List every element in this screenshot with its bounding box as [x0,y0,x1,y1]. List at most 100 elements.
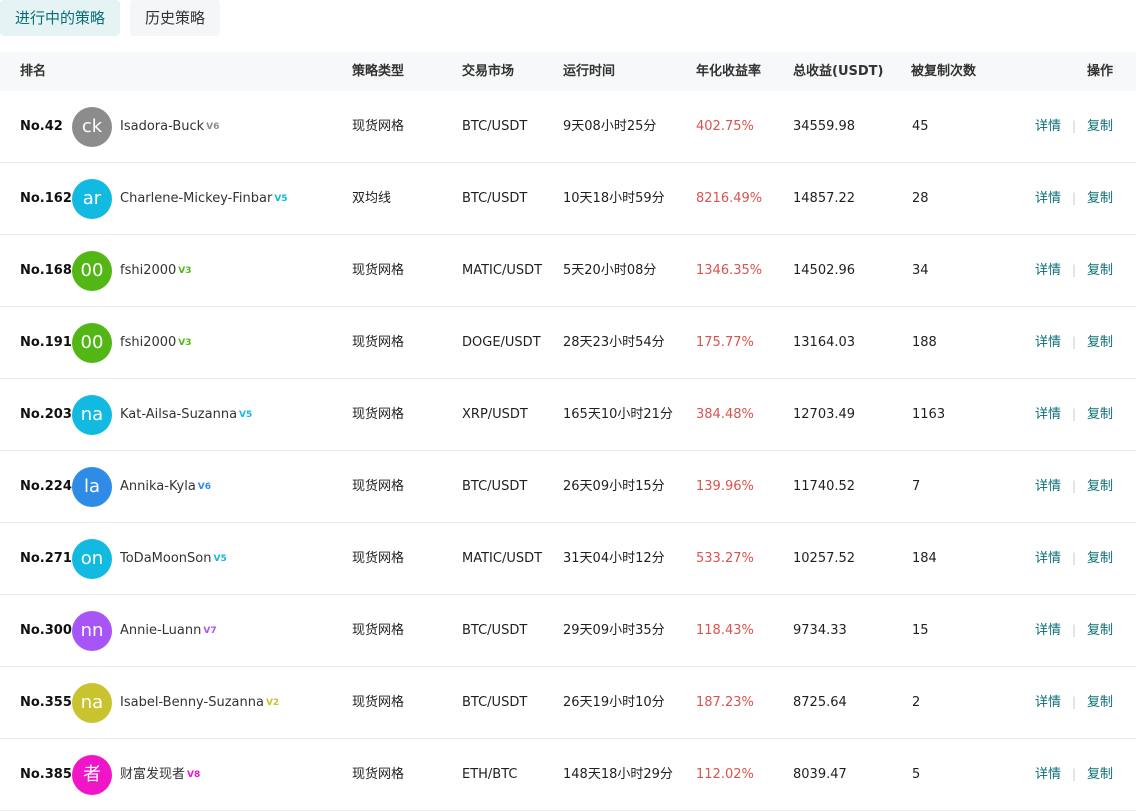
avatar[interactable]: ck [72,107,112,147]
user-name-text: fshi2000 [120,263,177,278]
vip-level-badge: V3 [178,338,192,348]
table-header: 排名 策略类型 交易市场 运行时间 年化收益率 总收益(USDT) 被复制次数 … [0,52,1136,91]
user-name-text: Isabel-Benny-Suzanna [120,695,264,710]
strategy-type: 现货网格 [352,335,405,350]
vip-level-badge: V3 [178,266,192,276]
total-profit: 8725.64 [793,695,847,710]
detail-link[interactable]: 详情 [1035,451,1061,522]
run-time: 26天19小时10分 [563,695,665,710]
table-body: No.42 ck Isadora-Buck V6 现货网格 BTC/USDT 9天08小时2… [0,91,1136,811]
copy-link[interactable]: 复制 [1087,667,1113,738]
action-separator: | [1072,695,1077,709]
user-name[interactable]: Isabel-Benny-Suzanna V2 [120,667,279,739]
vip-level-badge: V2 [265,698,280,708]
run-time: 10天18小时59分 [563,191,665,206]
trading-market: BTC/USDT [462,623,528,638]
user-name-text: Isadora-Buck [120,119,205,134]
run-time: 5天20小时08分 [563,263,657,278]
copy-link[interactable]: 复制 [1087,379,1113,450]
tab-history-strategies[interactable]: 历史策略 [130,0,221,36]
copy-link[interactable]: 复制 [1087,739,1113,810]
avatar[interactable]: nn [72,611,112,651]
trading-market: MATIC/USDT [462,263,543,278]
strategy-tabs: 进行中的策略 历史策略 [0,0,221,36]
user-name[interactable]: ToDaMoonSon V5 [120,523,227,595]
vip-level-badge: V5 [213,554,227,564]
strategy-type: 现货网格 [352,623,405,638]
copy-count: 1163 [912,407,946,422]
table-row: No.271 on ToDaMoonSon V5 现货网格 MATIC/USDT 31天04… [0,523,1136,595]
table-row: No.168 00 fshi2000 V3 现货网格 MATIC/USDT 5天20小时08… [0,235,1136,307]
table-row: No.300 nn Annie-Luann V7 现货网格 BTC/USDT 29天09小时… [0,595,1136,667]
rank-label: No.355 [20,695,72,710]
total-profit: 10257.52 [793,551,856,566]
avatar[interactable]: 00 [72,251,112,291]
table-row: No.355 na Isabel-Benny-Suzanna V2 现货网格 BTC/US… [0,667,1136,739]
trading-market: DOGE/USDT [462,335,541,350]
avatar[interactable]: na [72,395,112,435]
user-name[interactable]: fshi2000 V3 [120,235,192,307]
header-rank: 排名 [20,64,47,79]
rank-label: No.271 [20,551,72,566]
trading-market: BTC/USDT [462,119,528,134]
run-time: 31天04小时12分 [563,551,665,566]
copy-link[interactable]: 复制 [1087,235,1113,306]
user-name-text: Annika-Kyla [120,479,196,494]
user-name[interactable]: 财富发现者 V8 [120,739,200,811]
user-name-text: Kat-Ailsa-Suzanna [120,407,238,422]
user-name[interactable]: fshi2000 V3 [120,307,192,379]
strategy-type: 现货网格 [352,767,405,782]
action-separator: | [1072,191,1077,205]
detail-link[interactable]: 详情 [1035,739,1061,810]
rank-label: No.224 [20,479,72,494]
action-separator: | [1072,263,1077,277]
detail-link[interactable]: 详情 [1035,163,1061,234]
copy-link[interactable]: 复制 [1087,523,1113,594]
trading-market: BTC/USDT [462,695,528,710]
total-profit: 9734.33 [793,623,847,638]
avatar[interactable]: na [72,683,112,723]
user-name-text: ToDaMoonSon [120,551,212,566]
total-profit: 13164.03 [793,335,856,350]
avatar[interactable]: la [72,467,112,507]
avatar[interactable]: 00 [72,323,112,363]
header-copies: 被复制次数 [911,64,977,79]
tab-running-strategies[interactable]: 进行中的策略 [0,0,121,36]
copy-link[interactable]: 复制 [1087,307,1113,378]
copy-link[interactable]: 复制 [1087,91,1113,162]
header-annual: 年化收益率 [696,64,762,79]
detail-link[interactable]: 详情 [1035,595,1061,666]
action-separator: | [1072,767,1077,781]
copy-count: 15 [912,623,929,638]
action-separator: | [1072,407,1077,421]
copy-link[interactable]: 复制 [1087,595,1113,666]
strategy-type: 现货网格 [352,263,405,278]
user-name[interactable]: Isadora-Buck V6 [120,91,219,163]
detail-link[interactable]: 详情 [1035,523,1061,594]
user-name[interactable]: Annie-Luann V7 [120,595,217,667]
annual-return: 175.77% [696,335,754,350]
copy-link[interactable]: 复制 [1087,163,1113,234]
avatar[interactable]: ar [72,179,112,219]
detail-link[interactable]: 详情 [1035,667,1061,738]
rank-label: No.162 [20,191,72,206]
action-separator: | [1072,335,1077,349]
detail-link[interactable]: 详情 [1035,307,1061,378]
copy-count: 184 [912,551,937,566]
total-profit: 8039.47 [793,767,847,782]
detail-link[interactable]: 详情 [1035,91,1061,162]
detail-link[interactable]: 详情 [1035,235,1061,306]
table-row: No.42 ck Isadora-Buck V6 现货网格 BTC/USDT 9天08小时2… [0,91,1136,163]
user-name[interactable]: Charlene-Mickey-Finbar V5 [120,163,288,235]
copy-link[interactable]: 复制 [1087,451,1113,522]
detail-link[interactable]: 详情 [1035,379,1061,450]
header-runtime: 运行时间 [563,64,616,79]
avatar[interactable]: 者 [72,755,112,795]
avatar[interactable]: on [72,539,112,579]
user-name[interactable]: Annika-Kyla V6 [120,451,211,523]
rank-label: No.300 [20,623,72,638]
table-row: No.224 la Annika-Kyla V6 现货网格 BTC/USDT 26天09小时… [0,451,1136,523]
trading-market: ETH/BTC [462,767,518,782]
vip-level-badge: V8 [187,770,201,780]
user-name[interactable]: Kat-Ailsa-Suzanna V5 [120,379,252,451]
